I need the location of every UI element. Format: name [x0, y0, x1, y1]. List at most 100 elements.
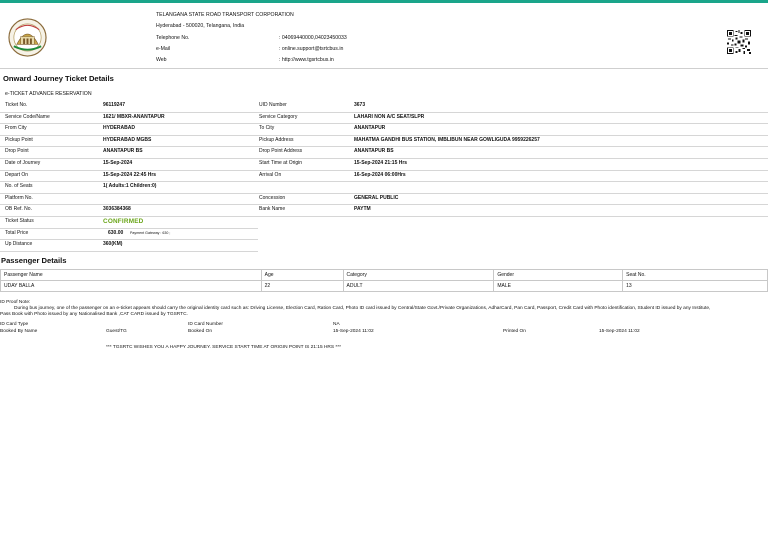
row-divider — [0, 227, 258, 229]
row-divider — [0, 181, 768, 182]
row-divider — [0, 123, 768, 124]
row-divider — [0, 239, 258, 240]
contact-value[interactable]: : online.support@tsrtcbus.in — [279, 44, 343, 55]
top-accent-bar — [0, 0, 768, 3]
booked-on-label: Booked On — [188, 329, 213, 334]
column-header: Seat No. — [622, 269, 768, 281]
detail-value: 15-Sep-2024 21:15 Hrs — [354, 160, 408, 166]
printed-on-value: 15-Sep-2024 11:02 — [599, 329, 640, 334]
header-divider — [0, 68, 768, 69]
detail-value: ANANTAPUR BS — [103, 148, 143, 155]
detail-value: 96119247 — [103, 102, 125, 108]
detail-row: Date of Journey 15-Sep-2024 Start Time a… — [0, 158, 768, 170]
table-cell: ADULT — [342, 280, 495, 292]
contact-value: : 04069440000,04023450033 — [279, 34, 347, 41]
detail-value: HYDERABAD — [103, 125, 135, 132]
detail-value: 1( Adults:1 Children:0) — [103, 183, 157, 190]
row-divider — [0, 216, 768, 217]
detail-label: Service Category — [259, 113, 298, 120]
journey-wish-message: *** TGSRTC WISHES YOU A HAPPY JOURNEY. S… — [106, 345, 342, 350]
journey-section-title: Onward Journey Ticket Details — [3, 74, 114, 83]
detail-value: HYDERABAD MGBS — [103, 136, 152, 143]
contact-value[interactable]: : http://www.tgsrtcbus.in — [279, 55, 334, 66]
detail-row: Depart On 15-Sep-2024 22:45 Hrs Arrival … — [0, 170, 768, 182]
detail-row: Platform No. Concession GENERAL PUBLIC — [0, 193, 768, 205]
org-name: TELANGANA STATE ROAD TRANSPORT CORPORATI… — [156, 12, 294, 18]
ticket-status-badge: CONFIRMED — [103, 218, 144, 225]
detail-label: Start Time at Origin — [259, 160, 303, 166]
detail-label: Concession — [259, 194, 286, 201]
column-header: Age — [260, 269, 344, 281]
detail-value: 15-Sep-2024 22:45 Hrs — [103, 171, 157, 178]
row-divider — [0, 192, 768, 194]
total-price-value: 630.00 — [108, 229, 124, 236]
passenger-table: Passenger Name Age Category Gender Seat … — [0, 269, 768, 292]
detail-row: Ticket Status CONFIRMED — [0, 216, 768, 228]
detail-label: No. of Seats — [5, 183, 33, 190]
id-card-number-label: ID Card Number — [188, 322, 223, 327]
printed-on-label: Printed On — [503, 329, 526, 334]
detail-label: Pickup Address — [259, 136, 294, 143]
detail-label: Bank Name — [259, 206, 286, 213]
detail-value: MAHATMA GANDHI BUS STATION, IMBLIBUN NEA… — [354, 136, 540, 143]
detail-row: Drop Point ANANTAPUR BS Drop Point Addre… — [0, 146, 768, 158]
detail-value: ANANTAPUR — [354, 125, 386, 132]
detail-value: PAYTM — [354, 206, 371, 213]
row-divider — [0, 158, 768, 159]
detail-label: Service Code/Name — [5, 113, 50, 120]
detail-value: GENERAL PUBLIC — [354, 194, 399, 201]
detail-label: Drop Point Address — [259, 148, 303, 155]
row-divider — [0, 204, 768, 205]
detail-value: 1621/ MBXR-ANANTAPUR — [103, 113, 165, 120]
column-header: Category — [342, 269, 495, 281]
detail-label: Depart On — [5, 171, 29, 178]
table-header-row: Passenger Name Age Category Gender Seat … — [0, 269, 768, 281]
qr-code-icon — [727, 30, 751, 54]
detail-row: OB Ref. No. 3036384368 Bank Name PAYTM — [0, 204, 768, 216]
table-cell: MALE — [493, 280, 624, 292]
detail-row: Ticket No. 96119247 UID Number 3673 — [0, 100, 768, 112]
booked-by-value: Guest/TG — [106, 329, 127, 334]
id-card-row: ID Card Type ID Card Number NA — [0, 322, 768, 329]
row-divider — [0, 146, 768, 147]
row-divider — [0, 169, 768, 171]
detail-label: Pickup Point — [5, 136, 33, 143]
detail-value: 360(KM) — [103, 241, 123, 248]
detail-value: 3036384368 — [103, 206, 131, 213]
org-header: TELANGANA STATE ROAD TRANSPORT CORPORATI… — [156, 10, 347, 66]
tsrtc-emblem-icon — [8, 18, 47, 57]
detail-label: Ticket No. — [5, 102, 28, 108]
table-row: UDAY BALLA 22 ADULT MALE 13 — [0, 280, 768, 292]
org-address: Hyderabad - 500020, Telangana, India — [156, 23, 245, 30]
table-cell: 22 — [260, 280, 344, 292]
id-proof-note: ID Proof Note: During bus journey, one o… — [0, 300, 768, 319]
table-cell: UDAY BALLA — [0, 280, 262, 292]
detail-label: Drop Point — [5, 148, 29, 155]
detail-value: 16-Sep-2024 06:00Hrs — [354, 171, 406, 178]
detail-label: Date of Journey — [5, 160, 41, 166]
id-card-type-label: ID Card Type — [0, 322, 29, 327]
detail-label: To City — [259, 125, 275, 132]
row-divider — [0, 111, 768, 113]
detail-value: LAHARI NON A/C SEAT/SLPR — [354, 113, 425, 120]
detail-label: Up Distance — [5, 241, 33, 248]
detail-label: Total Price — [5, 229, 29, 236]
detail-label: Platform No. — [5, 194, 33, 201]
detail-label: OB Ref. No. — [5, 206, 32, 213]
detail-row: Total Price 630.00 Payment Gateway : 630… — [0, 228, 768, 240]
row-divider — [0, 250, 258, 252]
column-header: Gender — [493, 269, 624, 281]
column-header: Passenger Name — [0, 269, 262, 281]
detail-row: Up Distance 360(KM) — [0, 239, 768, 251]
contact-label: Telephone No. — [156, 34, 190, 41]
detail-value: 3673 — [354, 102, 366, 108]
booked-by-label: Booked By Name — [0, 329, 38, 334]
table-cell: 13 — [622, 280, 768, 292]
detail-value: 15-Sep-2024 — [103, 160, 133, 166]
detail-label: Ticket Status — [5, 218, 34, 224]
detail-row: No. of Seats 1( Adults:1 Children:0) — [0, 181, 768, 193]
detail-value: ANANTAPUR BS — [354, 148, 394, 155]
id-card-number-value: NA — [333, 322, 340, 327]
detail-row: Service Code/Name 1621/ MBXR-ANANTAPUR S… — [0, 112, 768, 124]
contact-label: e-Mail — [156, 45, 171, 52]
